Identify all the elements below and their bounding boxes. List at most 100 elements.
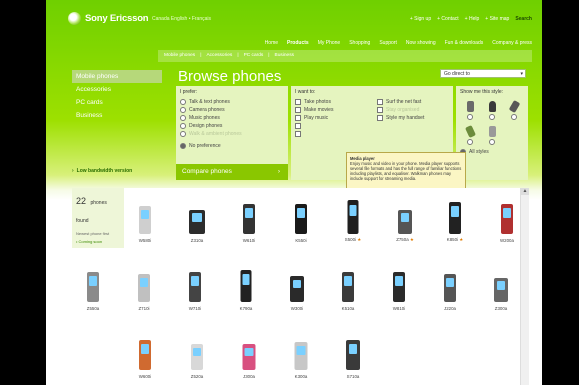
- phone-image[interactable]: [189, 210, 205, 234]
- phone-model-name[interactable]: W810i: [384, 306, 414, 311]
- utility-link-sitemap[interactable]: + Site map: [485, 16, 509, 22]
- phone-image[interactable]: [501, 204, 513, 234]
- want-option-take-photos[interactable]: Take photos: [295, 98, 377, 106]
- phone-image[interactable]: [240, 270, 252, 302]
- phone-model-name[interactable]: J220a: [435, 306, 465, 311]
- sidebar-item-pc-cards[interactable]: PC cards: [72, 96, 162, 109]
- phone-model-name[interactable]: K790a: [231, 306, 261, 311]
- phone-image[interactable]: [449, 202, 461, 234]
- phone-model-name[interactable]: S500i ★: [338, 237, 368, 243]
- nav-now-showing[interactable]: Now showing: [406, 40, 436, 46]
- phone-item[interactable]: Z310a: [182, 198, 212, 243]
- want-option-organised[interactable]: Stay organised: [377, 106, 455, 114]
- phone-image[interactable]: [295, 204, 307, 234]
- phone-item[interactable]: K510a: [333, 266, 363, 311]
- phone-model-name[interactable]: W610i: [234, 238, 264, 243]
- phone-item[interactable]: K550i: [286, 198, 316, 243]
- prefer-option-walk[interactable]: Walk & ambient phones: [180, 130, 284, 138]
- phone-item[interactable]: K300a: [286, 334, 316, 379]
- subnav-mobile-phones[interactable]: Mobile phones: [164, 53, 195, 58]
- sidebar-item-accessories[interactable]: Accessories: [72, 83, 162, 96]
- phone-image[interactable]: [342, 272, 354, 302]
- phone-image[interactable]: [290, 276, 304, 302]
- phone-model-name[interactable]: Z520a: [182, 374, 212, 379]
- phone-image[interactable]: [138, 274, 150, 302]
- nav-shopping[interactable]: Shopping: [349, 40, 370, 46]
- sort-order[interactable]: Newest phone first: [76, 231, 120, 236]
- phone-model-name[interactable]: W300i: [282, 306, 312, 311]
- style-option-flip[interactable]: [482, 98, 502, 120]
- phone-model-name[interactable]: Z310a: [182, 238, 212, 243]
- phone-item[interactable]: Z750a ★: [390, 198, 420, 243]
- phone-image[interactable]: [347, 200, 359, 234]
- phone-item[interactable]: W810i: [384, 266, 414, 311]
- sidebar-item-business[interactable]: Business: [72, 109, 162, 122]
- prefer-option-no-preference[interactable]: No preference: [180, 142, 284, 150]
- nav-fun-downloads[interactable]: Fun & downloads: [445, 40, 484, 46]
- phone-image[interactable]: [87, 272, 99, 302]
- prefer-option-camera[interactable]: Camera phones: [180, 106, 284, 114]
- want-option-make-movies[interactable]: Make movies: [295, 106, 377, 114]
- phone-item[interactable]: W300i: [282, 266, 312, 311]
- phone-model-name[interactable]: Z300a: [486, 306, 516, 311]
- phone-item[interactable]: W200a: [492, 198, 522, 243]
- sidebar-item-mobile-phones[interactable]: Mobile phones: [72, 70, 162, 83]
- phone-image[interactable]: [294, 342, 308, 370]
- subnav-accessories[interactable]: Accessories: [206, 53, 232, 58]
- phone-item[interactable]: K790a: [231, 266, 261, 311]
- go-direct-select[interactable]: Go direct to ▾: [440, 69, 526, 78]
- phone-image[interactable]: [139, 340, 151, 370]
- phone-model-name[interactable]: Z710i: [129, 306, 159, 311]
- phone-item[interactable]: W710i: [180, 266, 210, 311]
- phone-model-name[interactable]: J300a: [234, 374, 264, 379]
- phone-image[interactable]: [444, 274, 456, 302]
- phone-item[interactable]: Z710i: [129, 266, 159, 311]
- phone-model-name[interactable]: W710i: [180, 306, 210, 311]
- logo[interactable]: Sony Ericsson: [68, 12, 149, 25]
- low-bandwidth-link[interactable]: › Low bandwidth version: [72, 168, 132, 174]
- phone-model-name[interactable]: S710a: [338, 374, 368, 379]
- nav-my-phone[interactable]: My Phone: [318, 40, 341, 46]
- want-option-play-music[interactable]: Play music: [295, 114, 377, 122]
- phone-item[interactable]: Z300a: [486, 266, 516, 311]
- phone-image[interactable]: [346, 340, 360, 370]
- phone-item[interactable]: S500i ★: [338, 198, 368, 243]
- style-option-compact[interactable]: [482, 123, 502, 145]
- want-option-4[interactable]: [295, 122, 377, 130]
- phone-image[interactable]: [393, 272, 405, 302]
- phone-item[interactable]: W600i: [130, 334, 160, 379]
- want-option-surf[interactable]: Surf the net fast: [377, 98, 455, 106]
- phone-model-name[interactable]: Z550a: [78, 306, 108, 311]
- utility-link-signup[interactable]: + Sign up: [410, 16, 431, 22]
- scroll-up-icon[interactable]: ▲: [521, 188, 529, 195]
- phone-image[interactable]: [191, 344, 203, 370]
- phone-item[interactable]: K850i ★: [440, 198, 470, 243]
- phone-image[interactable]: [243, 204, 255, 234]
- phone-model-name[interactable]: W600i: [130, 374, 160, 379]
- results-scrollbar[interactable]: ▲: [520, 188, 529, 385]
- phone-image[interactable]: [189, 272, 201, 302]
- subnav-business[interactable]: Business: [275, 53, 294, 58]
- phone-model-name[interactable]: W200a: [492, 238, 522, 243]
- phone-image[interactable]: [494, 278, 508, 302]
- utility-link-help[interactable]: + Help: [465, 16, 480, 22]
- phone-item[interactable]: Z550a: [78, 266, 108, 311]
- phone-item[interactable]: S710a: [338, 334, 368, 379]
- phone-item[interactable]: W610i: [234, 198, 264, 243]
- nav-home[interactable]: Home: [265, 40, 278, 46]
- phone-model-name[interactable]: K850i ★: [440, 237, 470, 243]
- prefer-option-talk-text[interactable]: Talk & text phones: [180, 98, 284, 106]
- style-option-bar[interactable]: [460, 98, 480, 120]
- subnav-pc-cards[interactable]: PC cards: [244, 53, 264, 58]
- style-option-swivel[interactable]: [504, 98, 524, 120]
- style-option-slider[interactable]: [460, 123, 480, 145]
- utility-link-contact[interactable]: + Contact: [437, 16, 459, 22]
- phone-model-name[interactable]: K550i: [286, 238, 316, 243]
- nav-company-press[interactable]: Company & press: [492, 40, 532, 46]
- phone-model-name[interactable]: K300a: [286, 374, 316, 379]
- nav-support[interactable]: Support: [379, 40, 397, 46]
- phone-image[interactable]: [139, 206, 151, 234]
- phone-model-name[interactable]: K510a: [333, 306, 363, 311]
- phone-image[interactable]: [398, 210, 412, 234]
- prefer-option-design[interactable]: Design phones: [180, 122, 284, 130]
